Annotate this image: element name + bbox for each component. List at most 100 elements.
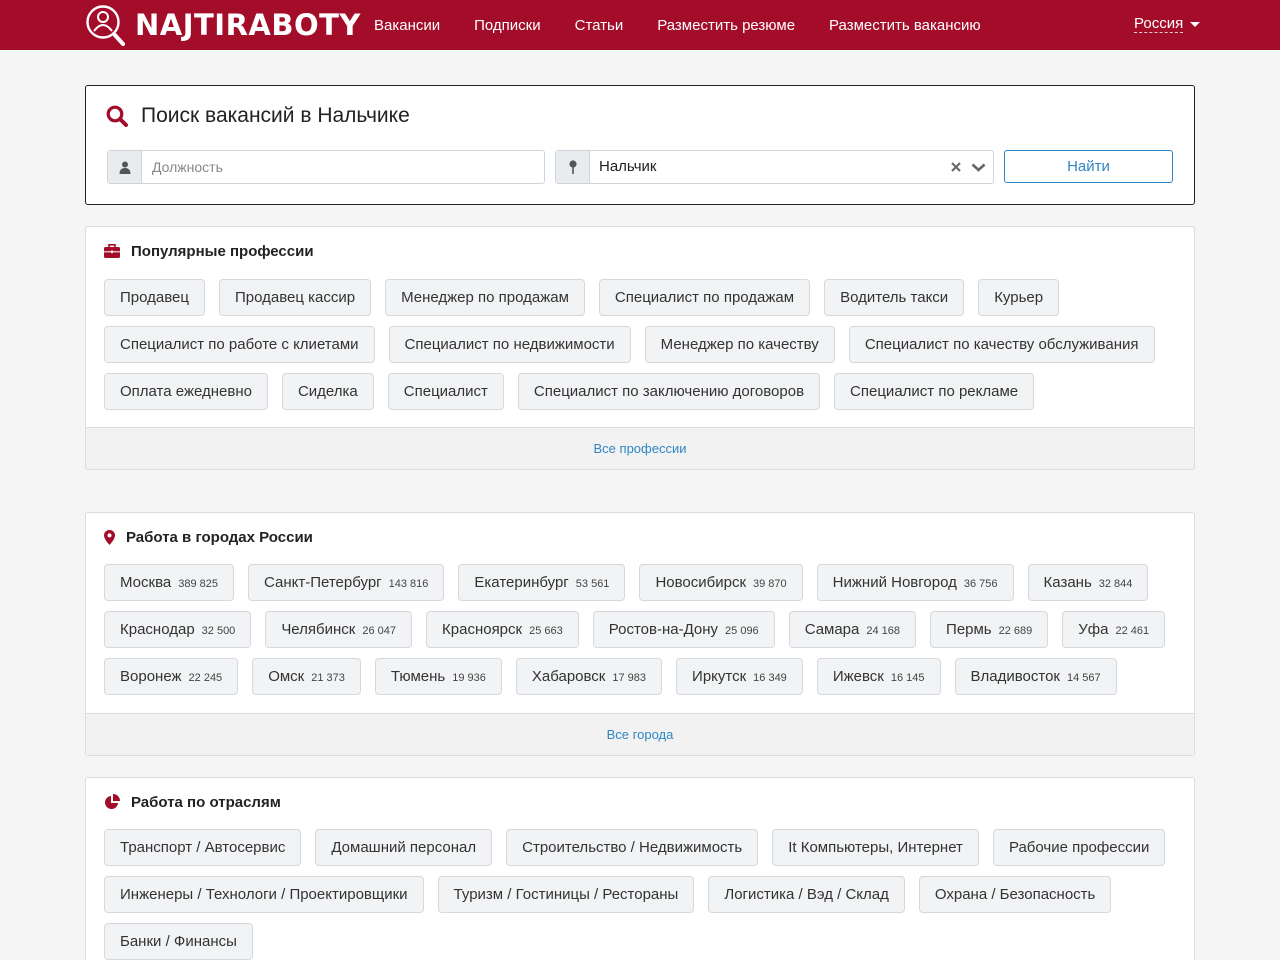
tag-item[interactable]: Домашний персонал: [315, 829, 493, 866]
tag-label: Сиделка: [297, 383, 358, 400]
card-header: Популярные профессии: [104, 241, 314, 261]
tag-item[interactable]: Логистика / Вэд / Склад: [708, 876, 905, 913]
tag-item[interactable]: Курьер: [978, 279, 1060, 316]
tag-label: Ижевск: [832, 668, 884, 685]
tag-label: Екатеринбург: [474, 574, 569, 591]
tag-label: Рабочие профессии: [1008, 839, 1150, 856]
clear-icon[interactable]: [946, 151, 966, 183]
tag-item[interactable]: Продавец: [104, 279, 205, 316]
tag-item[interactable]: Рабочие профессии: [992, 829, 1166, 866]
tag-item[interactable]: Менеджер по качеству: [644, 326, 835, 363]
main-nav: Вакансии Подписки Статьи Разместить резю…: [374, 0, 1015, 50]
vacancy-count: 24 168: [866, 625, 901, 637]
city-select[interactable]: Нальчик: [590, 151, 946, 183]
tag-item[interactable]: Иркутск 16 349: [676, 658, 803, 695]
tag-label: Охрана / Безопасность: [934, 886, 1096, 903]
tag-label: Уфа: [1078, 621, 1109, 638]
tag-label: Логистика / Вэд / Склад: [724, 886, 889, 903]
tag-item[interactable]: Инженеры / Технологи / Проектировщики: [104, 876, 424, 913]
tag-item[interactable]: Ростов-на-Дону 25 096: [592, 611, 775, 648]
tag-item[interactable]: Специалист по заключению договоров: [517, 373, 821, 410]
vacancy-count: 22 689: [998, 625, 1033, 637]
tag-label: Специалист по качеству обслуживания: [864, 336, 1139, 353]
tag-item[interactable]: Менеджер по продажам: [385, 279, 585, 316]
vacancy-count: 26 047: [362, 625, 397, 637]
tag-item[interactable]: Челябинск 26 047: [265, 611, 413, 648]
tag-item[interactable]: Краснодар 32 500: [104, 611, 252, 648]
vacancy-count: 143 816: [388, 578, 429, 590]
city-select-group: Нальчик: [555, 150, 994, 184]
tag-item[interactable]: Пермь 22 689: [930, 611, 1049, 648]
tag-item[interactable]: Самара 24 168: [788, 611, 917, 648]
tag-label: Воронеж: [120, 668, 182, 685]
tag-label: Тюмень: [390, 668, 446, 685]
tag-item[interactable]: Москва 389 825: [104, 564, 234, 601]
tag-item[interactable]: Казань 32 844: [1027, 564, 1149, 601]
tag-item[interactable]: Воронеж 22 245: [104, 658, 239, 695]
tag-item[interactable]: Сиделка: [281, 373, 374, 410]
vacancy-count: 36 756: [963, 578, 998, 590]
tag-item[interactable]: Специалист по рекламе: [834, 373, 1035, 410]
vacancy-count: 53 561: [575, 578, 610, 590]
tag-label: Специалист по рекламе: [850, 383, 1019, 400]
tag-label: Москва: [120, 574, 172, 591]
nav-articles[interactable]: Статьи: [575, 17, 624, 34]
tag-item[interactable]: Специалист: [387, 373, 504, 410]
vacancy-count: 25 663: [529, 625, 563, 637]
tag-item[interactable]: Водитель такси: [824, 279, 965, 316]
nav-post-vacancy[interactable]: Разместить вакансию: [829, 17, 981, 34]
tag-item[interactable]: Продавец кассир: [218, 279, 372, 316]
tag-item[interactable]: Строительство / Недвижимость: [506, 829, 759, 866]
region-dropdown[interactable]: Россия: [1134, 15, 1201, 33]
tag-item[interactable]: Специалист по работе с клиетами: [104, 326, 375, 363]
city-tag-list: Москва 389 825 Санкт-Петербург 143 816 Екате…: [104, 564, 1184, 705]
tag-item[interactable]: Владивосток 14 567: [954, 658, 1117, 695]
site-logo[interactable]: NAJTIRABOTY: [85, 4, 361, 46]
logo-text: NAJTIRABOTY: [135, 8, 361, 42]
find-button[interactable]: Найти: [1004, 150, 1173, 183]
tag-label: Курьер: [994, 289, 1044, 306]
tag-item[interactable]: Уфа 22 461: [1062, 611, 1166, 648]
all-cities-link[interactable]: Все города: [607, 727, 674, 742]
tag-item[interactable]: Специалист по недвижимости: [388, 326, 631, 363]
tag-item[interactable]: Туризм / Гостиницы / Рестораны: [437, 876, 695, 913]
tag-item[interactable]: Ижевск 16 145: [816, 658, 941, 695]
tag-item[interactable]: Транспорт / Автосервис: [104, 829, 302, 866]
tag-item[interactable]: Оплата ежедневно: [104, 373, 268, 410]
tag-item[interactable]: Тюмень 19 936: [374, 658, 502, 695]
tag-item[interactable]: Екатеринбург 53 561: [458, 564, 626, 601]
tag-label: Омск: [268, 668, 305, 685]
tag-label: Специалист по работе с клиетами: [120, 336, 359, 353]
tag-label: Челябинск: [281, 621, 356, 638]
tag-item[interactable]: It Компьютеры, Интернет: [772, 829, 979, 866]
position-input[interactable]: [142, 151, 544, 183]
popular-professions-card: Популярные профессии Продавец Продавец ка…: [85, 226, 1195, 470]
logo-icon: [86, 5, 125, 46]
tag-item[interactable]: Хабаровск 17 983: [515, 658, 663, 695]
tag-item[interactable]: Новосибирск 39 870: [639, 564, 803, 601]
tag-label: Самара: [804, 621, 860, 638]
chevron-down-icon[interactable]: [966, 151, 990, 183]
search-title: Поиск вакансий в Нальчике: [141, 104, 410, 127]
nav-vacancies[interactable]: Вакансии: [374, 17, 440, 34]
card-header: Работа по отраслям: [104, 792, 281, 812]
tag-label: Оплата ежедневно: [120, 383, 252, 400]
tag-item[interactable]: Омск 21 373: [252, 658, 361, 695]
all-professions-link[interactable]: Все профессии: [594, 441, 687, 456]
tag-label: It Компьютеры, Интернет: [788, 839, 963, 856]
tag-item[interactable]: Красноярск 25 663: [426, 611, 579, 648]
tag-item[interactable]: Охрана / Безопасность: [918, 876, 1112, 913]
card-header: Работа в городах России: [104, 527, 313, 547]
vacancy-count: 21 373: [311, 672, 345, 684]
tag-item[interactable]: Санкт-Петербург 143 816: [247, 564, 445, 601]
tag-item[interactable]: Специалист по качеству обслуживания: [848, 326, 1155, 363]
nav-subscriptions[interactable]: Подписки: [474, 17, 541, 34]
tag-label: Менеджер по продажам: [401, 289, 569, 306]
nav-post-resume[interactable]: Разместить резюме: [657, 17, 795, 34]
tag-item[interactable]: Банки / Финансы: [104, 923, 253, 960]
tag-label: Туризм / Гостиницы / Рестораны: [453, 886, 679, 903]
tag-label: Инженеры / Технологи / Проектировщики: [120, 886, 408, 903]
briefcase-icon: [104, 244, 120, 258]
tag-item[interactable]: Нижний Новгород 36 756: [816, 564, 1014, 601]
tag-item[interactable]: Специалист по продажам: [598, 279, 811, 316]
